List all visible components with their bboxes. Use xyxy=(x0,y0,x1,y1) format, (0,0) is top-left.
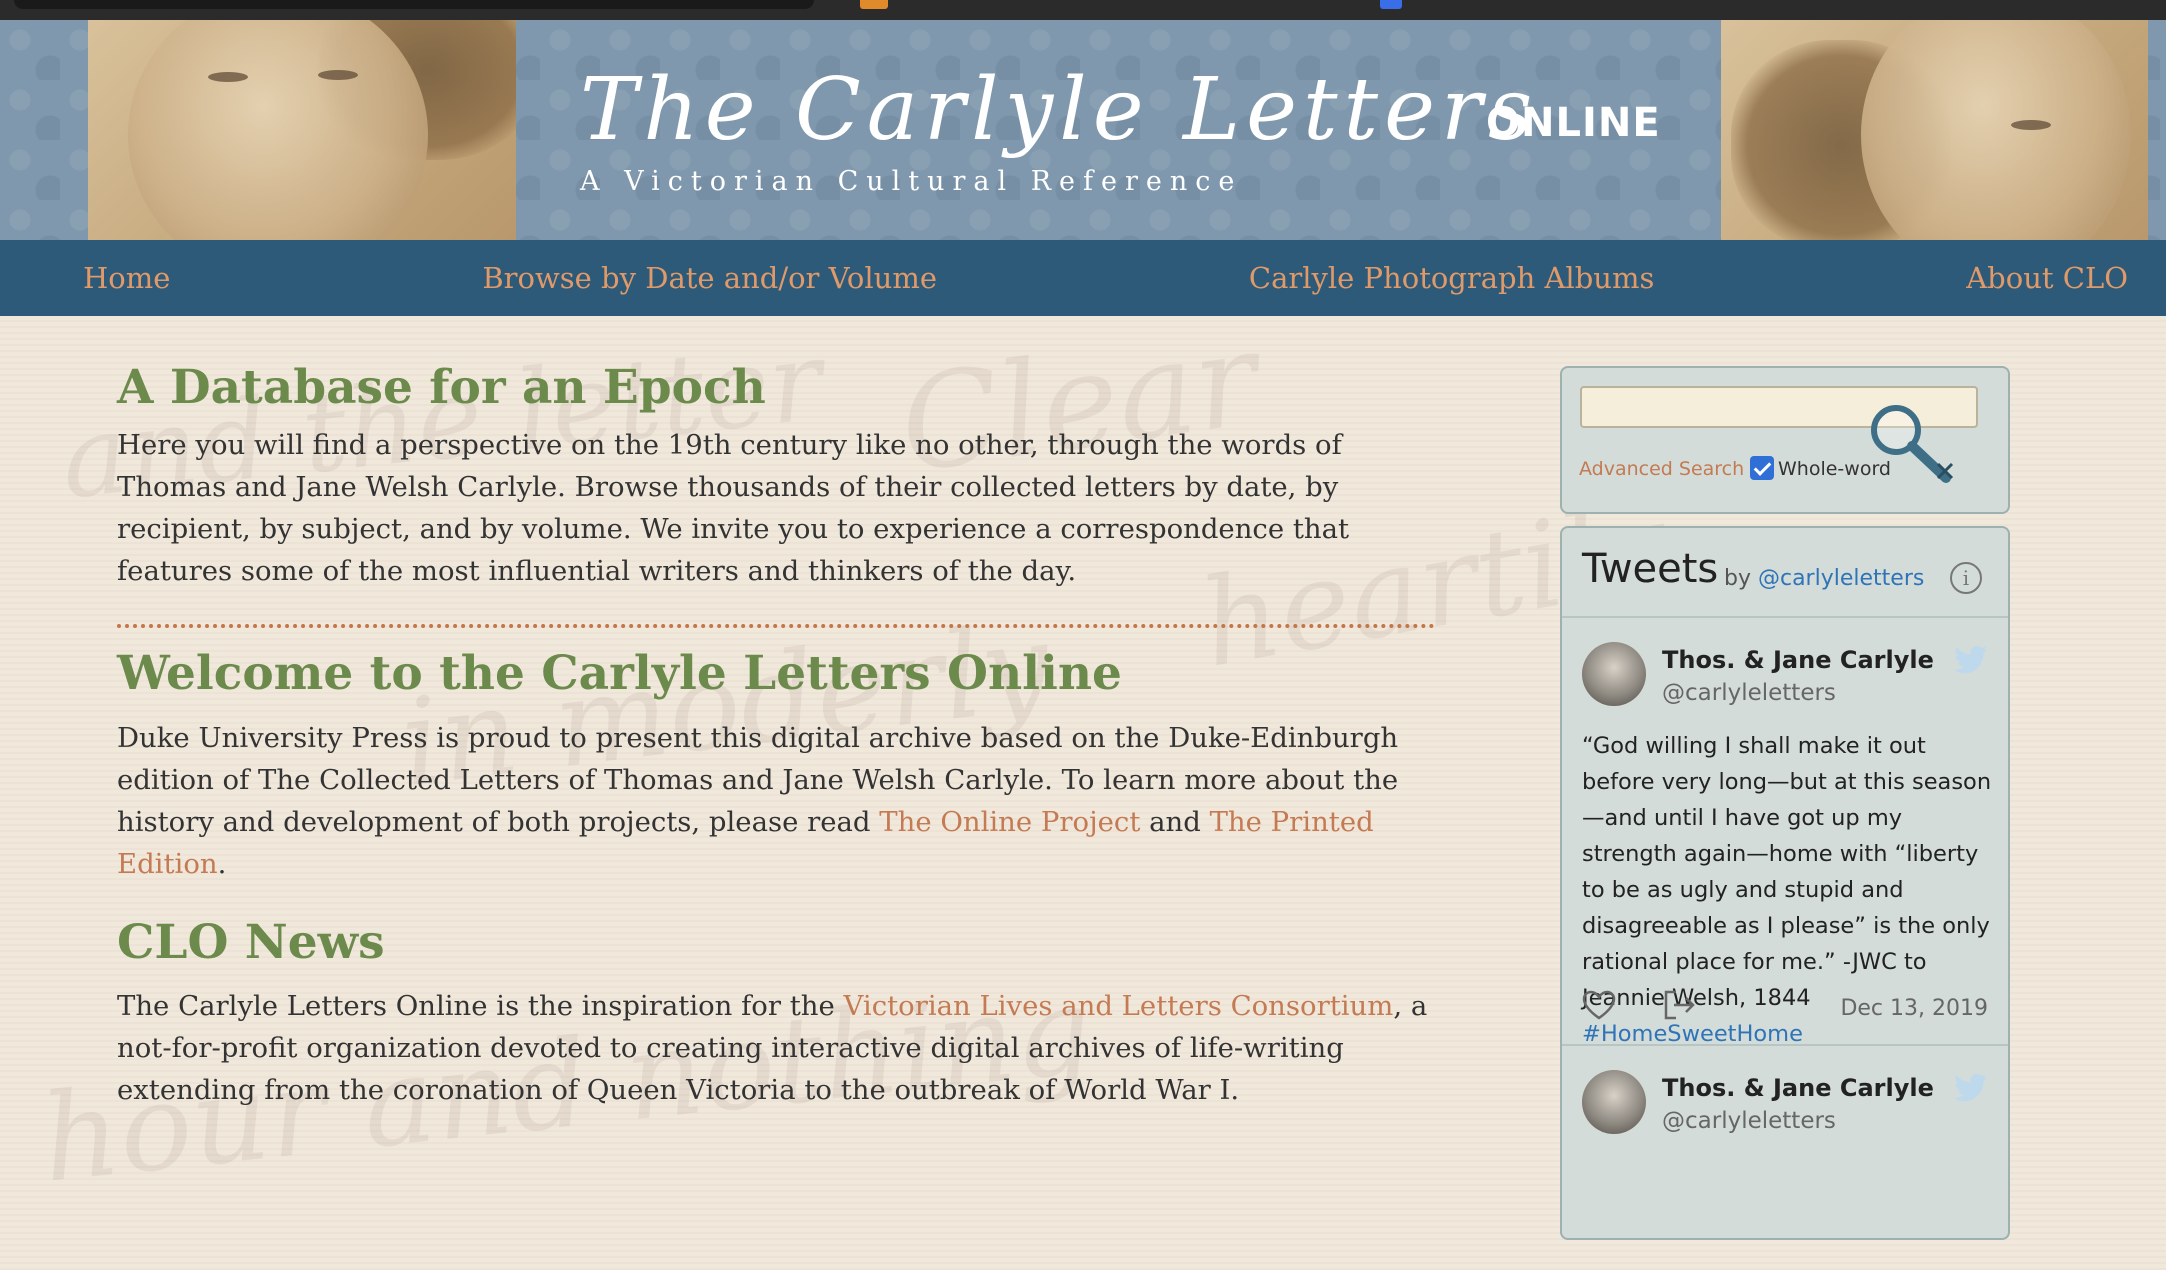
heart-icon[interactable] xyxy=(1582,990,1616,1020)
search-panel: Advanced Search Whole-word xyxy=(1560,366,2010,514)
intro-section: A Database for an Epoch Here you will fi… xyxy=(117,360,1437,592)
section-heading: CLO News xyxy=(117,914,385,970)
welcome-section: Welcome to the Carlyle Letters Online Du… xyxy=(117,646,1437,884)
avatar[interactable] xyxy=(1582,1070,1646,1134)
jane-carlyle-portrait xyxy=(1721,20,2148,240)
tweets-byline: by @carlyleletters xyxy=(1724,566,1925,591)
site-banner: The Carlyle Letters ONLINE A Victorian C… xyxy=(0,20,2166,240)
main-content: A Database for an Epoch Here you will fi… xyxy=(117,360,1437,1111)
section-heading: A Database for an Epoch xyxy=(117,360,766,415)
share-icon[interactable] xyxy=(1662,988,1696,1022)
news-section: CLO News The Carlyle Letters Online is t… xyxy=(117,915,1437,1111)
tweets-handle-link[interactable]: @carlyleletters xyxy=(1758,566,1924,591)
whole-word-label: Whole-word xyxy=(1778,458,1891,480)
tweet-author-name[interactable]: Thos. & Jane Carlyle xyxy=(1662,1074,1934,1102)
site-logo-online: ONLINE xyxy=(1486,100,1661,146)
main-nav: Home Browse by Date and/or Volume Carlyl… xyxy=(0,240,2166,316)
tweet-author-handle[interactable]: @carlyleletters xyxy=(1662,680,1836,706)
tweet-item[interactable]: Thos. & Jane Carlyle @carlyleletters xyxy=(1562,1048,2008,1238)
whole-word-checkbox[interactable] xyxy=(1750,456,1774,480)
tweet-hashtag-link[interactable]: #HomeSweetHome xyxy=(1582,1016,1992,1052)
news-paragraph: The Carlyle Letters Online is the inspir… xyxy=(117,990,1428,1107)
section-divider xyxy=(117,624,1435,629)
site-logo-subtitle: A Victorian Cultural Reference xyxy=(580,166,1243,197)
avatar[interactable] xyxy=(1582,642,1646,706)
tweets-header: Tweets by @carlyleletters i xyxy=(1562,528,2008,618)
online-project-link[interactable]: The Online Project xyxy=(879,806,1140,838)
welcome-paragraph: Duke University Press is proud to presen… xyxy=(117,721,1399,880)
tweets-title: Tweets xyxy=(1582,546,1719,592)
tweet-author-name[interactable]: Thos. & Jane Carlyle xyxy=(1662,646,1934,674)
address-bar[interactable] xyxy=(14,0,814,9)
nav-browse[interactable]: Browse by Date and/or Volume xyxy=(482,261,937,295)
twitter-bird-icon[interactable] xyxy=(1954,1074,1988,1102)
consortium-link[interactable]: Victorian Lives and Letters Consortium xyxy=(844,990,1394,1022)
tweet-author-handle[interactable]: @carlyleletters xyxy=(1662,1108,1836,1134)
tweets-widget: Tweets by @carlyleletters i Thos. & Jane… xyxy=(1560,526,2010,1240)
tweet-date[interactable]: Dec 13, 2019 xyxy=(1840,996,1988,1021)
extension-icon[interactable] xyxy=(1380,0,1402,9)
nav-about[interactable]: About CLO xyxy=(1966,261,2128,295)
tweet-item[interactable]: Thos. & Jane Carlyle @carlyleletters “Go… xyxy=(1562,620,2008,1047)
nav-photo-albums[interactable]: Carlyle Photograph Albums xyxy=(1249,261,1654,295)
intro-paragraph: Here you will find a perspective on the … xyxy=(117,429,1350,588)
advanced-search-link[interactable]: Advanced Search xyxy=(1579,458,1744,480)
extension-icon[interactable] xyxy=(860,0,888,9)
thomas-carlyle-portrait xyxy=(88,20,516,240)
section-heading: Welcome to the Carlyle Letters Online xyxy=(117,646,1122,702)
browser-top-strip xyxy=(0,0,2166,20)
nav-home[interactable]: Home xyxy=(83,261,170,295)
info-icon[interactable]: i xyxy=(1950,562,1982,594)
twitter-bird-icon[interactable] xyxy=(1954,646,1988,674)
